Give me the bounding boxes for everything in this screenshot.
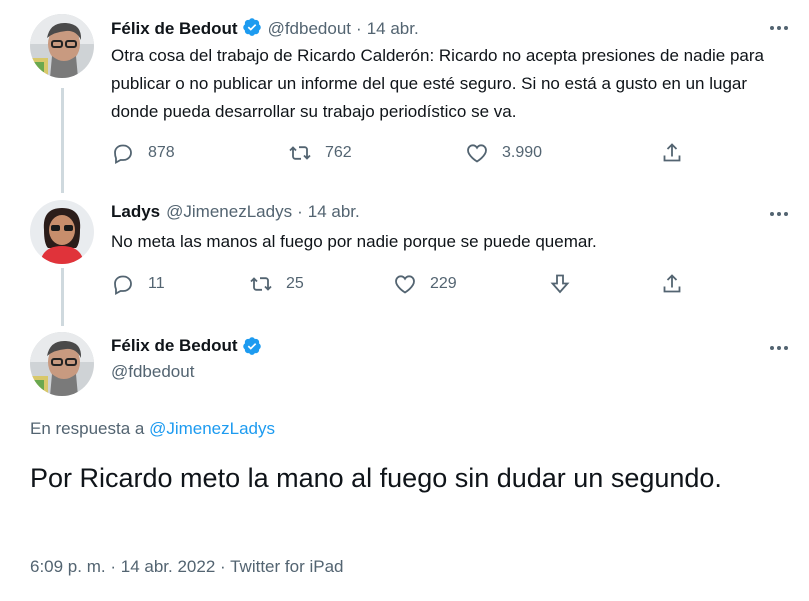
retweet-icon [289, 146, 311, 160]
separator: · [220, 557, 226, 576]
share-icon [663, 274, 681, 293]
like-button[interactable]: 3.990 [465, 141, 542, 165]
tweet[interactable]: Ladys @JimenezLadys · 14 abr. No meta la… [0, 190, 809, 320]
retweet-count: 762 [325, 144, 352, 161]
separator: · [297, 202, 303, 221]
share-icon [663, 143, 681, 162]
reply-to-handle-link[interactable]: @JimenezLadys [149, 419, 275, 438]
tweet-header: Ladys @JimenezLadys · 14 abr. [111, 202, 360, 222]
reply-to-prefix: En respuesta a [30, 419, 150, 438]
tweet-date[interactable]: 14 abr. [308, 202, 360, 222]
reply-icon [114, 275, 132, 296]
author-handle[interactable]: @fdbedout [111, 362, 262, 382]
like-count: 229 [430, 275, 457, 292]
avatar[interactable] [30, 332, 94, 396]
main-tweet-text: Por Ricardo meto la mano al fuego sin du… [30, 463, 722, 493]
verified-badge-icon [242, 17, 262, 37]
tweet-header: Félix de Bedout @fdbedout · 14 abr. [111, 14, 419, 39]
like-icon [395, 275, 415, 294]
author-name[interactable]: Félix de Bedout [111, 19, 238, 39]
reply-count: 878 [148, 144, 175, 161]
reply-button[interactable]: 11 [111, 272, 165, 296]
avatar[interactable] [30, 14, 94, 78]
retweet-button[interactable]: 25 [249, 272, 304, 296]
tweet-date[interactable]: 14 abr. [367, 19, 419, 39]
tweet-time[interactable]: 6:09 p. m. [30, 557, 106, 576]
tweet[interactable]: Félix de Bedout @fdbedout · 14 abr. Otra… [0, 0, 809, 190]
reply-button[interactable]: 878 [111, 141, 175, 165]
tweet-meta: 6:09 p. m. · 14 abr. 2022 · Twitter for … [30, 557, 343, 577]
author-handle[interactable]: @JimenezLadys [166, 202, 292, 222]
retweet-button[interactable]: 762 [288, 141, 352, 165]
like-button[interactable]: 229 [393, 272, 457, 296]
more-icon[interactable] [767, 338, 791, 358]
separator: · [110, 557, 117, 576]
tweet-actions: 878 762 3.990 [111, 141, 711, 171]
reply-to-line: En respuesta a @JimenezLadys [30, 419, 275, 439]
author-name[interactable]: Ladys [111, 202, 160, 222]
reply-count: 11 [148, 275, 165, 292]
author-name[interactable]: Félix de Bedout [111, 336, 238, 356]
avatar[interactable] [30, 200, 94, 264]
more-icon[interactable] [767, 204, 791, 224]
author-handle[interactable]: @fdbedout [268, 19, 351, 39]
tweet-full-date[interactable]: 14 abr. 2022 [121, 557, 216, 576]
retweet-count: 25 [286, 275, 304, 292]
more-icon[interactable] [767, 18, 791, 38]
retweet-icon [250, 277, 272, 291]
share-button[interactable] [660, 141, 684, 165]
reply-icon [114, 144, 132, 165]
like-icon [467, 144, 487, 163]
main-tweet-header: Félix de Bedout @fdbedout [111, 336, 262, 382]
share-button[interactable] [660, 272, 684, 296]
like-count: 3.990 [502, 144, 543, 161]
tweet-source[interactable]: Twitter for iPad [230, 557, 343, 576]
separator: · [356, 19, 362, 38]
downvote-icon [550, 274, 570, 294]
tweet-text: Otra cosa del trabajo de Ricardo Calderó… [111, 46, 765, 121]
tweet-text: No meta las manos al fuego por nadie por… [111, 232, 597, 251]
downvote-button[interactable] [548, 272, 572, 296]
verified-badge-icon [242, 336, 262, 356]
tweet-actions: 11 25 229 [111, 272, 711, 302]
